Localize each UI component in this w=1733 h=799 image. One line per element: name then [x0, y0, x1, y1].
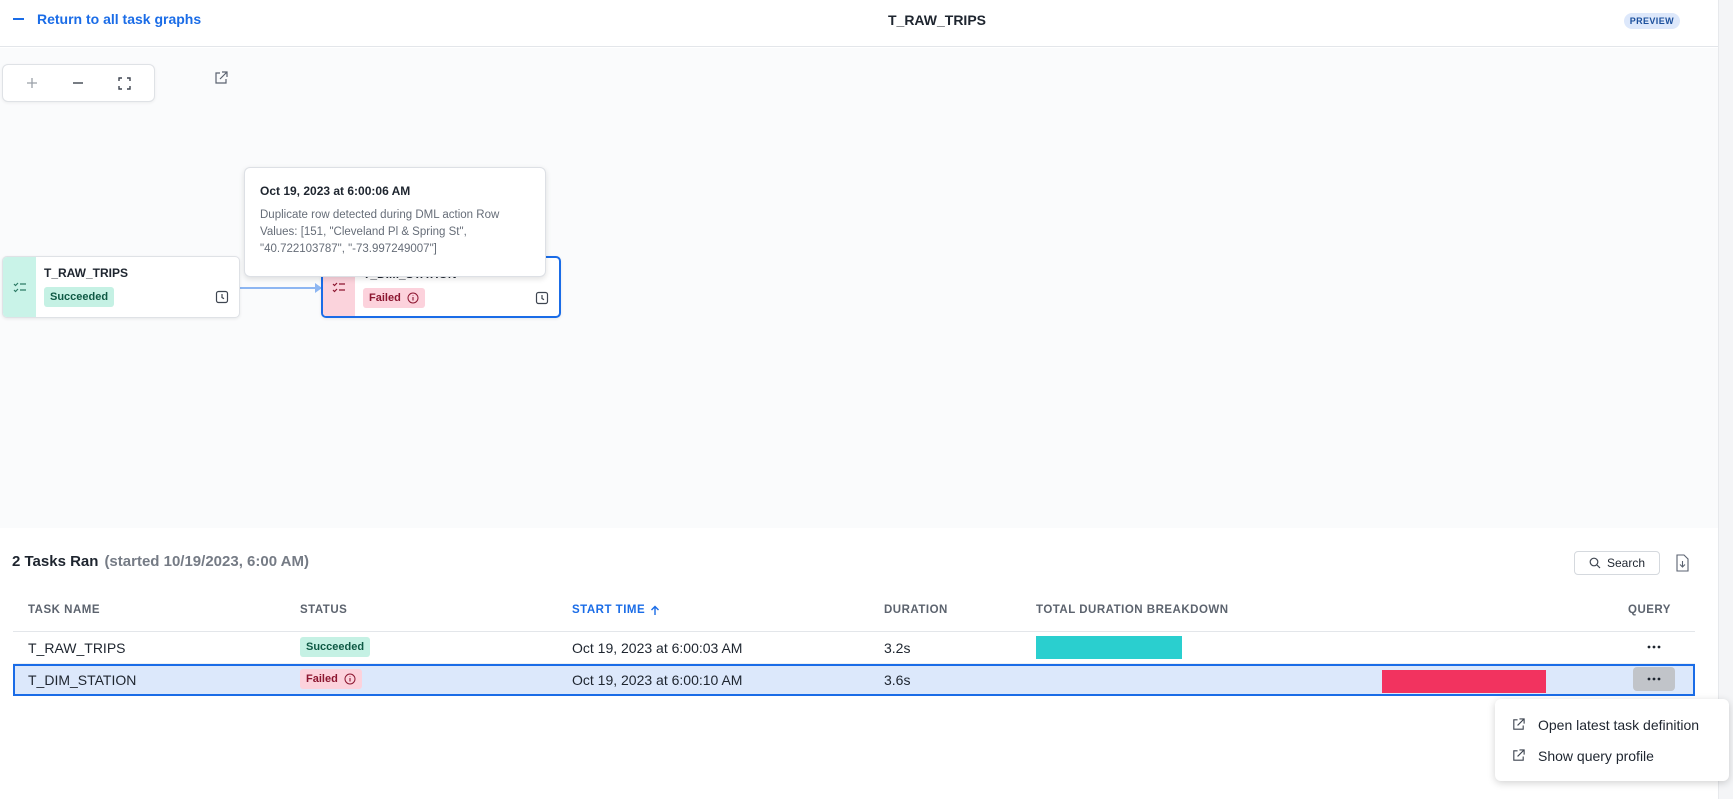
column-header-start-time[interactable]: START TIME — [572, 604, 660, 616]
status-badge[interactable]: Failed — [363, 288, 425, 308]
tasks-heading: 2 Tasks Ran (started 10/19/2023, 6:00 AM) — [12, 553, 309, 570]
menu-item-show-query-profile[interactable]: Show query profile — [1495, 740, 1729, 771]
search-button[interactable]: Search — [1574, 551, 1660, 575]
status-badge[interactable]: Failed — [300, 669, 362, 689]
status-badge: Succeeded — [44, 287, 115, 307]
column-header-status[interactable]: STATUS — [300, 604, 347, 616]
header: Return to all task graphs T_RAW_TRIPS PR… — [0, 0, 1718, 47]
table-row[interactable]: T_RAW_TRIPS Succeeded Oct 19, 2023 at 6:… — [13, 632, 1695, 664]
column-header-query: QUERY — [1628, 604, 1671, 616]
return-to-task-graphs-link[interactable]: Return to all task graphs — [13, 11, 201, 27]
task-checklist-icon — [13, 282, 26, 293]
duration-bar — [1036, 636, 1182, 659]
open-external-icon — [1513, 749, 1525, 761]
preview-badge: PREVIEW — [1623, 13, 1680, 29]
zoom-controls — [2, 64, 155, 102]
task-name-cell: T_DIM_STATION — [28, 672, 137, 688]
tooltip-body: Duplicate row detected during DML action… — [260, 209, 500, 255]
fullscreen-icon — [118, 76, 132, 90]
graph-edge — [240, 283, 322, 293]
zoom-in-button[interactable] — [18, 69, 46, 97]
graph-canvas[interactable]: T_RAW_TRIPS Succeeded T_DIM_STATION Fail… — [0, 48, 1718, 528]
start-time-cell: Oct 19, 2023 at 6:00:10 AM — [572, 672, 743, 688]
tooltip-title: Oct 19, 2023 at 6:00:06 AM — [260, 184, 411, 198]
info-icon — [344, 673, 356, 685]
column-header-task-name[interactable]: TASK NAME — [28, 604, 100, 616]
start-time-cell: Oct 19, 2023 at 6:00:03 AM — [572, 640, 743, 656]
column-header-duration[interactable]: DURATION — [884, 604, 948, 616]
tasks-subtitle: (started 10/19/2023, 6:00 AM) — [104, 553, 309, 570]
status-badge: Succeeded — [300, 637, 371, 657]
task-name-cell: T_RAW_TRIPS — [28, 640, 126, 656]
column-header-duration-breakdown: TOTAL DURATION BREAKDOWN — [1036, 604, 1229, 616]
search-icon — [1589, 557, 1601, 569]
run-history-icon[interactable] — [535, 291, 549, 305]
menu-item-open-task-definition[interactable]: Open latest task definition — [1495, 709, 1729, 740]
back-link-label: Return to all task graphs — [37, 11, 202, 27]
duration-bar — [1382, 670, 1547, 693]
more-options-button[interactable] — [1633, 667, 1675, 691]
ellipsis-icon — [1647, 645, 1661, 649]
open-external-icon[interactable] — [213, 70, 229, 86]
duration-cell: 3.6s — [884, 672, 911, 688]
fit-to-screen-button[interactable] — [111, 69, 139, 97]
info-icon — [407, 292, 419, 304]
duration-cell: 3.2s — [884, 640, 911, 656]
ellipsis-icon — [1647, 677, 1661, 681]
graph-node-t-raw-trips[interactable]: T_RAW_TRIPS Succeeded — [2, 256, 240, 318]
sort-ascending-icon — [651, 605, 660, 615]
table-header: TASK NAME STATUS START TIME DURATION TOT… — [13, 600, 1695, 632]
minus-icon — [73, 82, 84, 84]
scrollbar[interactable] — [1718, 0, 1733, 799]
task-checklist-icon — [332, 282, 345, 293]
download-icon[interactable] — [1674, 554, 1690, 572]
zoom-out-button[interactable] — [64, 69, 92, 97]
run-history-icon[interactable] — [215, 290, 229, 304]
more-options-button[interactable] — [1633, 635, 1675, 659]
open-external-icon — [1513, 718, 1525, 730]
table-row[interactable]: T_DIM_STATION Failed Oct 19, 2023 at 6:0… — [13, 664, 1695, 696]
node-name: T_RAW_TRIPS — [44, 266, 129, 280]
minus-icon — [13, 18, 24, 20]
page-title: T_RAW_TRIPS — [887, 12, 986, 28]
plus-icon — [27, 78, 38, 88]
query-options-menu: Open latest task definition Show query p… — [1495, 699, 1729, 781]
error-tooltip: Oct 19, 2023 at 6:00:06 AM Duplicate row… — [244, 167, 546, 277]
